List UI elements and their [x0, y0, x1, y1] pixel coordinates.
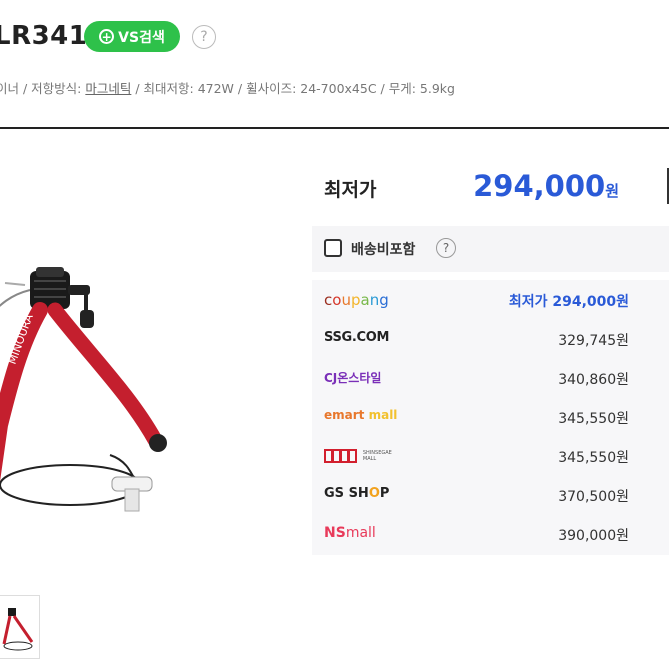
resistance-type-link[interactable]: 마그네틱: [85, 81, 131, 96]
seller-price: 370,500원: [558, 489, 629, 505]
help-icon[interactable]: ?: [192, 25, 216, 49]
seller-row-gsshop[interactable]: GS SHOP 370,500원: [312, 477, 669, 513]
shipping-checkbox[interactable]: [324, 239, 342, 257]
best-price-prefix: 최저가: [508, 294, 553, 310]
seller-price: 390,000원: [558, 528, 629, 544]
shinsegae-mall-text: SHINSEGAE MALL: [362, 450, 392, 462]
cjonstyle-logo: CJ온스타일: [324, 371, 382, 385]
shinsegae-mark-icon: [324, 449, 357, 463]
spec-text-1: 이너 / 저항방식:: [0, 81, 86, 96]
spec-text-2: / 최대저항: 472W / 휠사이즈: 24-700x45C / 무게: 5.…: [131, 81, 455, 96]
seller-price: 345,550원: [558, 411, 629, 427]
price-unit: 원: [605, 182, 619, 200]
seller-row-shinsegae[interactable]: SHINSEGAE MALL 345,550원: [312, 438, 669, 474]
seller-row-ssg[interactable]: SSG.COM 329,745원: [312, 321, 669, 357]
plus-icon: +: [99, 29, 115, 44]
shinsegae-mall-logo: SHINSEGAE MALL: [324, 448, 393, 464]
seller-price: 최저가 294,000원: [509, 291, 629, 311]
shipping-option: 배송비포함 ?: [312, 226, 669, 272]
seller-row-emart[interactable]: emart mall 345,550원: [312, 399, 669, 435]
product-specs: 이너 / 저항방식: 마그네틱 / 최대저항: 472W / 휠사이즈: 24-…: [0, 78, 455, 97]
product-image: MINOURA: [0, 267, 167, 512]
shipping-label[interactable]: 배송비포함: [351, 239, 415, 259]
header-divider: [0, 127, 669, 129]
lowest-price-label: 최저가: [324, 179, 377, 201]
seller-row-cjonstyle[interactable]: CJ온스타일 340,860원: [312, 360, 669, 396]
seller-price-value: 294,000원: [552, 294, 629, 310]
seller-price: 340,860원: [558, 372, 629, 388]
ssg-logo: SSG.COM: [324, 330, 390, 345]
thumbnail-image: [2, 608, 34, 651]
seller-price: 329,745원: [558, 333, 629, 349]
product-thumbnail[interactable]: [0, 595, 40, 659]
lowest-price[interactable]: 294,000원: [473, 166, 619, 211]
vs-search-button[interactable]: + VS검색: [84, 21, 180, 52]
product-title: LR341: [0, 21, 88, 51]
lowest-price-value: 294,000: [473, 169, 606, 203]
emart-mall-logo: emart mall: [324, 408, 398, 422]
gsshop-logo: GS SHOP: [324, 486, 390, 501]
help-icon[interactable]: ?: [436, 238, 456, 258]
seller-price: 345,550원: [558, 450, 629, 466]
nsmall-logo: NSmall: [324, 525, 376, 541]
seller-row-coupang[interactable]: coupang 최저가 294,000원: [312, 282, 669, 318]
seller-list: coupang 최저가 294,000원 SSG.COM 329,745원 CJ…: [312, 280, 669, 555]
seller-row-nsmall[interactable]: NSmall 390,000원: [312, 516, 669, 552]
vs-search-label: VS검색: [118, 29, 165, 46]
coupang-logo: coupang: [324, 291, 389, 309]
